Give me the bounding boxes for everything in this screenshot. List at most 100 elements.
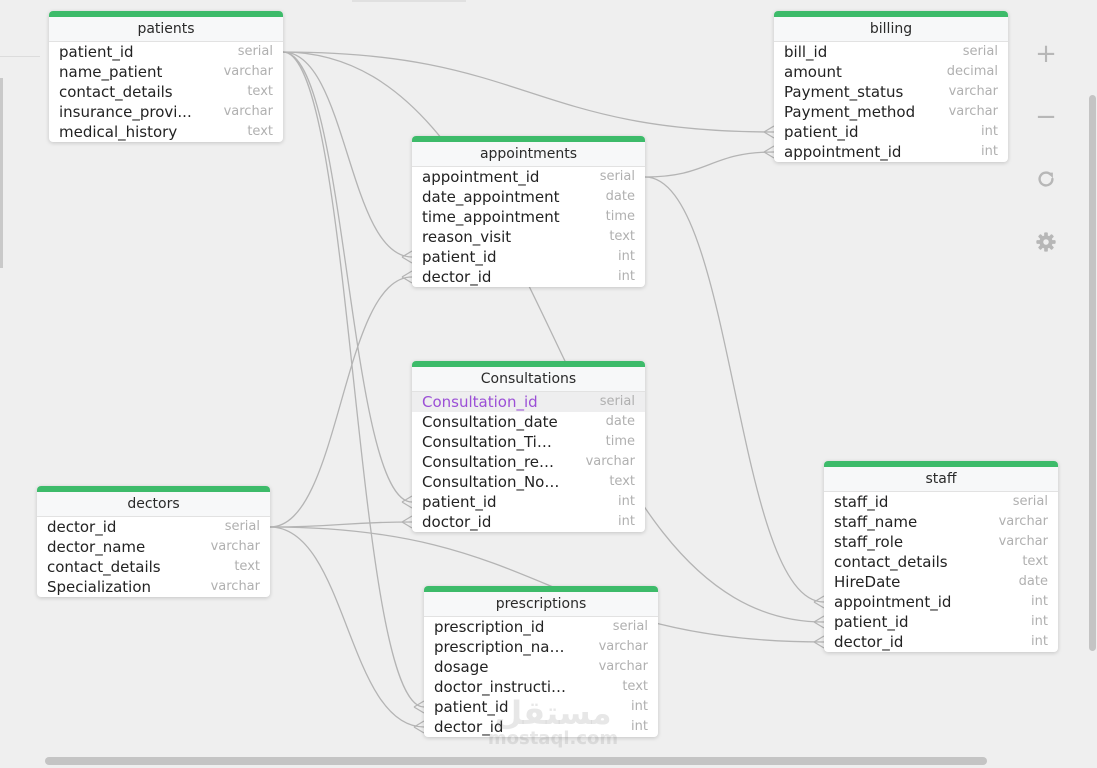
table-column-row[interactable]: doctor_id int xyxy=(412,512,645,532)
settings-button[interactable] xyxy=(1032,228,1060,256)
column-name: dosage xyxy=(434,658,489,676)
plus-icon: + xyxy=(1035,39,1057,69)
column-name: Consultation_id xyxy=(422,393,538,411)
zoom-out-button[interactable]: − xyxy=(1032,102,1060,132)
table-column-row[interactable]: dector_name varchar xyxy=(37,537,270,557)
relation-line xyxy=(269,521,413,528)
column-name: Consultation_Time xyxy=(422,433,560,451)
column-name: bill_id xyxy=(784,43,828,61)
column-type: varchar xyxy=(210,579,260,594)
table-column-row[interactable]: patient_id int xyxy=(774,122,1008,142)
relation-line xyxy=(282,51,775,133)
table-column-row[interactable]: Specialization varchar xyxy=(37,577,270,597)
table-prescriptions[interactable]: prescriptions prescription_id serial prescr… xyxy=(424,586,658,737)
table-column-row[interactable]: time_appointment time xyxy=(412,207,645,227)
table-column-row[interactable]: contact_details text xyxy=(37,557,270,577)
table-column-row[interactable]: reason_visit text xyxy=(412,227,645,247)
table-title[interactable]: prescriptions xyxy=(424,592,658,617)
table-billing[interactable]: billing bill_id serial amount decimal Payment… xyxy=(774,11,1008,162)
table-column-row[interactable]: date_appointment date xyxy=(412,187,645,207)
column-name: dector_id xyxy=(434,718,504,736)
column-type: serial xyxy=(962,44,998,59)
table-column-row[interactable]: Payment_method varchar xyxy=(774,102,1008,122)
column-name: staff_id xyxy=(834,493,889,511)
table-column-row[interactable]: patient_id int xyxy=(412,492,645,512)
column-type: varchar xyxy=(998,514,1048,529)
table-column-row[interactable]: appointment_id serial xyxy=(412,167,645,187)
column-type: int xyxy=(631,699,648,714)
table-column-row[interactable]: doctor_instructions text xyxy=(424,677,658,697)
table-column-row[interactable]: patient_id int xyxy=(412,247,645,267)
table-column-row[interactable]: Consultation_date date xyxy=(412,412,645,432)
table-column-row[interactable]: patient_id serial xyxy=(49,42,283,62)
table-title[interactable]: billing xyxy=(774,17,1008,42)
column-name: Consultation_date xyxy=(422,413,558,431)
table-column-row[interactable]: bill_id serial xyxy=(774,42,1008,62)
table-title[interactable]: dectors xyxy=(37,492,270,517)
column-name: name_patient xyxy=(59,63,163,81)
table-column-row[interactable]: contact_details text xyxy=(49,82,283,102)
reset-view-button[interactable] xyxy=(1032,165,1060,193)
table-column-row[interactable]: appointment_id int xyxy=(774,142,1008,162)
column-name: amount xyxy=(784,63,842,81)
table-dectors[interactable]: dectors dector_id serial dector_name varchar… xyxy=(37,486,270,597)
table-title[interactable]: appointments xyxy=(412,142,645,167)
table-column-row[interactable]: patient_id int xyxy=(424,697,658,717)
column-type: serial xyxy=(224,519,260,534)
table-column-row[interactable]: dector_id serial xyxy=(37,517,270,537)
table-column-row[interactable]: HireDate date xyxy=(824,572,1058,592)
table-column-row[interactable]: staff_id serial xyxy=(824,492,1058,512)
table-column-row[interactable]: staff_role varchar xyxy=(824,532,1058,552)
table-column-row[interactable]: Consultation_Time time xyxy=(412,432,645,452)
table-column-row[interactable]: dector_id int xyxy=(412,267,645,287)
table-appointments[interactable]: appointments appointment_id serial date_app… xyxy=(412,136,645,287)
column-type: varchar xyxy=(598,639,648,654)
column-name: Specialization xyxy=(47,578,152,596)
table-column-row[interactable]: Consultation_rea... varchar xyxy=(412,452,645,472)
column-name: medical_history xyxy=(59,123,178,141)
table-title[interactable]: patients xyxy=(49,17,283,42)
column-type: varchar xyxy=(998,534,1048,549)
table-column-row[interactable]: Consultation_id serial xyxy=(412,392,645,412)
relation-line xyxy=(269,526,425,728)
table-column-row[interactable]: dector_id int xyxy=(824,632,1058,652)
table-title[interactable]: staff xyxy=(824,467,1058,492)
table-column-row[interactable]: insurance_provi... varchar xyxy=(49,102,283,122)
horizontal-scrollbar[interactable] xyxy=(45,757,987,765)
table-patients[interactable]: patients patient_id serial name_patient varc… xyxy=(49,11,283,142)
table-column-row[interactable]: Consultation_Notes text xyxy=(412,472,645,492)
column-name: Payment_status xyxy=(784,83,904,101)
column-type: int xyxy=(618,249,635,264)
table-title[interactable]: Consultations xyxy=(412,367,645,392)
table-column-row[interactable]: staff_name varchar xyxy=(824,512,1058,532)
zoom-in-button[interactable]: + xyxy=(1032,39,1060,69)
column-type: int xyxy=(618,514,635,529)
column-type: serial xyxy=(1012,494,1048,509)
column-type: int xyxy=(618,494,635,509)
table-column-row[interactable]: dosage varchar xyxy=(424,657,658,677)
table-column-row[interactable]: appointment_id int xyxy=(824,592,1058,612)
table-column-row[interactable]: Payment_status varchar xyxy=(774,82,1008,102)
relation-line xyxy=(282,51,413,503)
table-column-row[interactable]: dector_id int xyxy=(424,717,658,737)
column-type: varchar xyxy=(948,84,998,99)
column-type: varchar xyxy=(585,454,635,469)
table-column-row[interactable]: prescription_id serial xyxy=(424,617,658,637)
column-name: Payment_method xyxy=(784,103,916,121)
table-column-row[interactable]: medical_history text xyxy=(49,122,283,142)
table-column-row[interactable]: contact_details text xyxy=(824,552,1058,572)
column-type: date xyxy=(605,189,635,204)
table-column-row[interactable]: name_patient varchar xyxy=(49,62,283,82)
relation-line xyxy=(282,51,413,258)
vertical-scrollbar[interactable] xyxy=(1089,95,1096,651)
table-column-row[interactable]: patient_id int xyxy=(824,612,1058,632)
table-consultations[interactable]: Consultations Consultation_id serial Consul… xyxy=(412,361,645,532)
table-staff[interactable]: staff staff_id serial staff_name varchar staf… xyxy=(824,461,1058,652)
column-type: int xyxy=(1031,594,1048,609)
column-name: doctor_instructions xyxy=(434,678,572,696)
column-type: time xyxy=(605,209,635,224)
table-column-row[interactable]: amount decimal xyxy=(774,62,1008,82)
diagram-canvas[interactable]: patients patient_id serial name_patient varc… xyxy=(0,0,1097,768)
refresh-icon xyxy=(1038,171,1054,187)
table-column-row[interactable]: prescription_name varchar xyxy=(424,637,658,657)
